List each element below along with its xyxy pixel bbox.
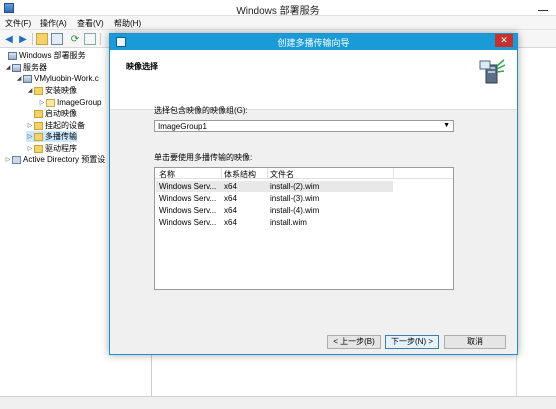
image-name: Windows Serv... bbox=[159, 206, 217, 215]
expand-arrow-icon: ▷ bbox=[27, 123, 33, 129]
image-list-label: 单击要使用多播传输的映像: bbox=[154, 153, 253, 162]
multicast-server-icon bbox=[479, 59, 506, 84]
column-header-arch[interactable]: 体系结构 bbox=[224, 169, 256, 180]
tree-item-label: 驱动程序 bbox=[45, 144, 77, 153]
folder-icon bbox=[34, 132, 43, 141]
tree-item-label: Windows 部署服务 bbox=[19, 51, 86, 60]
wds-icon bbox=[8, 51, 17, 60]
column-divider bbox=[393, 168, 394, 179]
folder-icon bbox=[34, 86, 43, 95]
image-name: Windows Serv... bbox=[159, 182, 217, 191]
image-list[interactable]: 名称 体系结构 文件名 Windows Serv... x64 install-… bbox=[154, 167, 454, 290]
list-item[interactable]: Windows Serv... x64 install.wim bbox=[156, 217, 393, 228]
tree-item-label: VMyluobin-Work.c bbox=[34, 74, 99, 83]
menu-action[interactable]: 操作(A) bbox=[40, 18, 67, 29]
tree-item-label: 服务器 bbox=[23, 63, 47, 72]
folder-icon bbox=[34, 121, 43, 130]
column-divider bbox=[267, 168, 268, 179]
tree-item-label: 挂起的设备 bbox=[45, 121, 85, 130]
image-file: install-(3).wim bbox=[270, 194, 320, 203]
image-group-label: 选择包含映像的映像组(G): bbox=[154, 106, 248, 115]
column-divider bbox=[221, 168, 222, 179]
list-item[interactable]: Windows Serv... x64 install-(3).wim bbox=[156, 193, 393, 204]
menu-help[interactable]: 帮助(H) bbox=[114, 18, 141, 29]
tree-item-drivers[interactable]: ▷ 驱动程序 bbox=[26, 143, 77, 154]
refresh-icon[interactable]: ⟳ bbox=[69, 33, 81, 45]
up-folder-icon[interactable] bbox=[36, 33, 48, 45]
wizard-step-title: 映像选择 bbox=[126, 62, 158, 71]
multicast-wizard-dialog: 创建多播传输向导 ✕ 映像选择 选择包含映像的映像组(G): ImageGrou… bbox=[109, 33, 518, 355]
expand-arrow-icon: ▷ bbox=[27, 134, 33, 140]
expand-arrow-icon: ▷ bbox=[39, 100, 45, 106]
main-window-title: Windows 部署服务 bbox=[236, 6, 320, 17]
image-group-select[interactable]: ImageGroup1 ▼ bbox=[154, 120, 454, 132]
tree-item-install-images[interactable]: ◢ 安装映像 bbox=[26, 85, 77, 96]
column-header-file[interactable]: 文件名 bbox=[270, 169, 294, 180]
server-icon bbox=[23, 74, 32, 83]
image-file: install.wim bbox=[270, 218, 307, 227]
back-arrow-icon[interactable]: ◀ bbox=[3, 33, 15, 45]
image-group-value: ImageGroup1 bbox=[158, 122, 207, 131]
tree-item-label: Active Directory 预置设 bbox=[23, 155, 106, 164]
dialog-titlebar: 创建多播传输向导 ✕ bbox=[110, 34, 517, 50]
collapse-arrow-icon: ◢ bbox=[5, 65, 11, 71]
export-icon[interactable] bbox=[84, 33, 96, 45]
collapse-arrow-icon: ◢ bbox=[16, 76, 22, 82]
menu-view[interactable]: 查看(V) bbox=[77, 18, 104, 29]
wizard-header: 映像选择 bbox=[110, 50, 517, 110]
expand-arrow-icon: ▷ bbox=[5, 157, 11, 163]
menu-bar: 文件(F) 操作(A) 查看(V) 帮助(H) bbox=[0, 16, 556, 30]
chevron-down-icon: ▼ bbox=[443, 122, 450, 129]
list-item[interactable]: Windows Serv... x64 install-(4).wim bbox=[156, 205, 393, 216]
expand-arrow-icon: ▷ bbox=[27, 146, 33, 152]
image-file: install-(4).wim bbox=[270, 206, 320, 215]
image-group-icon bbox=[46, 98, 55, 107]
tree-item-image-group[interactable]: ▷ ImageGroup bbox=[38, 97, 102, 108]
column-header-name[interactable]: 名称 bbox=[159, 169, 175, 180]
image-arch: x64 bbox=[224, 182, 237, 191]
tree-item-server-host[interactable]: ◢ VMyluobin-Work.c bbox=[15, 73, 99, 84]
tree-item-label: 多播传输 bbox=[45, 132, 77, 141]
folder-icon bbox=[34, 109, 43, 118]
toolbar-separator bbox=[100, 33, 101, 45]
image-arch: x64 bbox=[224, 218, 237, 227]
tree-item-multicast[interactable]: ▷ 多播传输 bbox=[26, 131, 77, 142]
image-name: Windows Serv... bbox=[159, 194, 217, 203]
status-bar bbox=[0, 396, 556, 409]
main-window-titlebar: Windows 部署服务 bbox=[0, 0, 556, 17]
tree-item-wds-root[interactable]: Windows 部署服务 bbox=[0, 50, 86, 61]
folder-icon bbox=[34, 144, 43, 153]
list-item[interactable]: Windows Serv... x64 install-(2).wim bbox=[156, 181, 393, 192]
collapse-arrow-icon: ◢ bbox=[27, 88, 33, 94]
list-header: 名称 体系结构 文件名 bbox=[155, 168, 453, 179]
tree-item-boot-images[interactable]: 启动映像 bbox=[26, 108, 77, 119]
forward-arrow-icon[interactable]: ▶ bbox=[17, 33, 29, 45]
tree-item-label: 安装映像 bbox=[45, 86, 77, 95]
active-directory-icon bbox=[12, 155, 21, 164]
minimize-button[interactable] bbox=[538, 3, 548, 11]
image-arch: x64 bbox=[224, 206, 237, 215]
image-name: Windows Serv... bbox=[159, 218, 217, 227]
image-file: install-(2).wim bbox=[270, 182, 320, 191]
servers-icon bbox=[12, 63, 21, 72]
tree-item-label: ImageGroup bbox=[57, 98, 102, 107]
next-button[interactable]: 下一步(N) > bbox=[385, 335, 439, 349]
cancel-button[interactable]: 取消 bbox=[444, 335, 506, 349]
back-button[interactable]: < 上一步(B) bbox=[327, 335, 381, 349]
image-arch: x64 bbox=[224, 194, 237, 203]
tree-item-servers[interactable]: ◢ 服务器 bbox=[4, 62, 47, 73]
tree-item-label: 启动映像 bbox=[45, 109, 77, 118]
close-icon[interactable]: ✕ bbox=[495, 34, 513, 47]
tree-item-active-directory[interactable]: ▷ Active Directory 预置设 bbox=[4, 154, 106, 165]
tree-item-pending-devices[interactable]: ▷ 挂起的设备 bbox=[26, 120, 85, 131]
dialog-title: 创建多播传输向导 bbox=[277, 38, 350, 48]
toolbar-separator bbox=[32, 33, 33, 45]
show-tree-icon[interactable] bbox=[51, 33, 63, 45]
menu-file[interactable]: 文件(F) bbox=[5, 18, 31, 29]
